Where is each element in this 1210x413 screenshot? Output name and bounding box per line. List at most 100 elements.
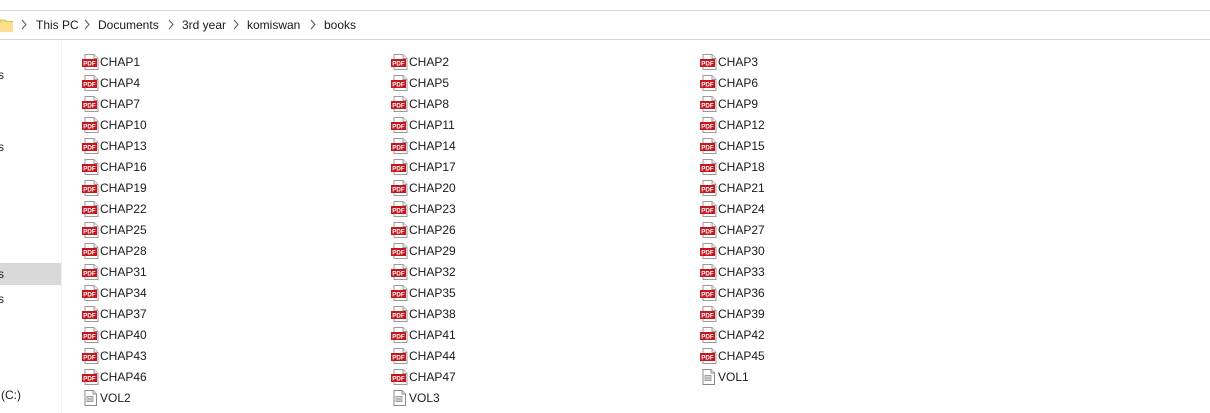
pdf-file-icon: PDF bbox=[391, 222, 408, 238]
file-item[interactable]: PDF CHAP30 bbox=[700, 241, 1000, 261]
file-item[interactable]: PDF CHAP9 bbox=[700, 94, 1000, 114]
file-item[interactable]: PDF CHAP10 bbox=[82, 115, 382, 135]
pdf-file-icon: PDF bbox=[700, 75, 717, 91]
file-item[interactable]: VOL1 bbox=[700, 367, 1000, 387]
file-item[interactable]: PDF CHAP4 bbox=[82, 73, 382, 93]
breadcrumb-documents[interactable]: Documents bbox=[98, 18, 159, 32]
svg-text:PDF: PDF bbox=[83, 124, 96, 131]
file-name: CHAP17 bbox=[409, 160, 456, 174]
file-item[interactable]: PDF CHAP37 bbox=[82, 304, 382, 324]
nav-item-4[interactable]: s bbox=[0, 288, 61, 310]
pdf-file-icon: PDF bbox=[82, 117, 99, 133]
svg-text:PDF: PDF bbox=[392, 271, 405, 278]
file-item[interactable]: PDF CHAP28 bbox=[82, 241, 382, 261]
file-item[interactable]: PDF CHAP22 bbox=[82, 199, 382, 219]
file-item[interactable]: PDF CHAP47 bbox=[391, 367, 691, 387]
pdf-file-icon: PDF bbox=[82, 138, 99, 154]
file-item[interactable]: PDF CHAP29 bbox=[391, 241, 691, 261]
file-item[interactable]: PDF CHAP33 bbox=[700, 262, 1000, 282]
file-item[interactable]: PDF CHAP40 bbox=[82, 325, 382, 345]
file-item[interactable]: PDF CHAP2 bbox=[391, 52, 691, 72]
file-name: CHAP1 bbox=[100, 55, 141, 69]
file-name: CHAP11 bbox=[409, 118, 455, 132]
pdf-file-icon: PDF bbox=[82, 75, 99, 91]
file-item[interactable]: PDF CHAP18 bbox=[700, 157, 1000, 177]
file-item[interactable]: PDF CHAP16 bbox=[82, 157, 382, 177]
breadcrumb-komiswan[interactable]: komiswan bbox=[247, 18, 300, 32]
file-item[interactable]: PDF CHAP19 bbox=[82, 178, 382, 198]
file-item[interactable]: PDF CHAP17 bbox=[391, 157, 691, 177]
nav-item-drive-c[interactable]: (C:) bbox=[0, 384, 61, 406]
pdf-file-icon: PDF bbox=[700, 96, 717, 112]
file-item[interactable]: PDF CHAP12 bbox=[700, 115, 1000, 135]
file-item[interactable]: PDF CHAP35 bbox=[391, 283, 691, 303]
file-item[interactable]: PDF CHAP32 bbox=[391, 262, 691, 282]
file-name: CHAP41 bbox=[409, 328, 456, 342]
file-item[interactable]: PDF CHAP14 bbox=[391, 136, 691, 156]
breadcrumb-books[interactable]: books bbox=[324, 18, 356, 32]
pdf-file-icon: PDF bbox=[700, 348, 717, 364]
svg-text:PDF: PDF bbox=[83, 376, 96, 383]
svg-text:PDF: PDF bbox=[392, 229, 405, 236]
pdf-file-icon: PDF bbox=[700, 201, 717, 217]
file-item[interactable]: PDF CHAP13 bbox=[82, 136, 382, 156]
breadcrumb-3rd-year[interactable]: 3rd year bbox=[182, 18, 226, 32]
file-item[interactable]: PDF CHAP11 bbox=[391, 115, 691, 135]
file-item[interactable]: PDF CHAP20 bbox=[391, 178, 691, 198]
svg-text:PDF: PDF bbox=[392, 313, 405, 320]
file-item[interactable]: PDF CHAP21 bbox=[700, 178, 1000, 198]
file-item[interactable]: PDF CHAP41 bbox=[391, 325, 691, 345]
file-item[interactable]: PDF CHAP23 bbox=[391, 199, 691, 219]
pdf-file-icon: PDF bbox=[391, 159, 408, 175]
file-name: CHAP22 bbox=[100, 202, 147, 216]
file-item[interactable]: PDF CHAP8 bbox=[391, 94, 691, 114]
chevron-right-icon[interactable] bbox=[83, 19, 91, 30]
pdf-file-icon: PDF bbox=[82, 96, 99, 112]
svg-text:PDF: PDF bbox=[701, 145, 714, 152]
file-item[interactable]: VOL3 bbox=[391, 388, 691, 408]
file-name: VOL2 bbox=[100, 391, 131, 405]
file-item[interactable]: PDF CHAP26 bbox=[391, 220, 691, 240]
svg-text:PDF: PDF bbox=[701, 250, 714, 257]
nav-item-2[interactable]: s bbox=[0, 136, 61, 158]
file-item[interactable]: PDF CHAP45 bbox=[700, 346, 1000, 366]
file-item[interactable]: PDF CHAP1 bbox=[82, 52, 382, 72]
file-item[interactable]: PDF CHAP6 bbox=[700, 73, 1000, 93]
chevron-right-icon[interactable] bbox=[167, 19, 175, 30]
pdf-file-icon: PDF bbox=[82, 264, 99, 280]
file-item[interactable]: PDF CHAP42 bbox=[700, 325, 1000, 345]
chevron-right-icon[interactable] bbox=[232, 19, 240, 30]
file-item[interactable]: PDF CHAP38 bbox=[391, 304, 691, 324]
file-name: CHAP19 bbox=[100, 181, 147, 195]
file-item[interactable]: PDF CHAP27 bbox=[700, 220, 1000, 240]
file-item[interactable]: PDF CHAP5 bbox=[391, 73, 691, 93]
file-item[interactable]: PDF CHAP7 bbox=[82, 94, 382, 114]
svg-text:PDF: PDF bbox=[392, 208, 405, 215]
navigation-pane[interactable]: s s s s (C:) bbox=[0, 41, 62, 413]
svg-text:PDF: PDF bbox=[392, 103, 405, 110]
file-item[interactable]: PDF CHAP25 bbox=[82, 220, 382, 240]
nav-item-1[interactable]: s bbox=[0, 64, 61, 86]
chevron-right-icon[interactable] bbox=[20, 19, 28, 30]
file-name: CHAP45 bbox=[718, 349, 765, 363]
breadcrumb-this-pc[interactable]: This PC bbox=[36, 18, 79, 32]
svg-text:PDF: PDF bbox=[701, 355, 714, 362]
file-name: CHAP33 bbox=[718, 265, 765, 279]
pdf-file-icon: PDF bbox=[391, 75, 408, 91]
chevron-right-icon[interactable] bbox=[309, 19, 317, 30]
file-item[interactable]: PDF CHAP39 bbox=[700, 304, 1000, 324]
address-bar[interactable]: This PC Documents 3rd year komiswan book… bbox=[0, 10, 1210, 40]
file-item[interactable]: PDF CHAP34 bbox=[82, 283, 382, 303]
file-item[interactable]: PDF CHAP44 bbox=[391, 346, 691, 366]
file-item[interactable]: PDF CHAP46 bbox=[82, 367, 382, 387]
file-item[interactable]: PDF CHAP3 bbox=[700, 52, 1000, 72]
pdf-file-icon: PDF bbox=[700, 327, 717, 343]
file-item[interactable]: PDF CHAP15 bbox=[700, 136, 1000, 156]
file-item[interactable]: PDF CHAP36 bbox=[700, 283, 1000, 303]
file-item[interactable]: VOL2 bbox=[82, 388, 382, 408]
file-item[interactable]: PDF CHAP24 bbox=[700, 199, 1000, 219]
nav-item-3[interactable]: s bbox=[0, 263, 61, 285]
file-item[interactable]: PDF CHAP31 bbox=[82, 262, 382, 282]
file-item[interactable]: PDF CHAP43 bbox=[82, 346, 382, 366]
pdf-file-icon: PDF bbox=[391, 243, 408, 259]
